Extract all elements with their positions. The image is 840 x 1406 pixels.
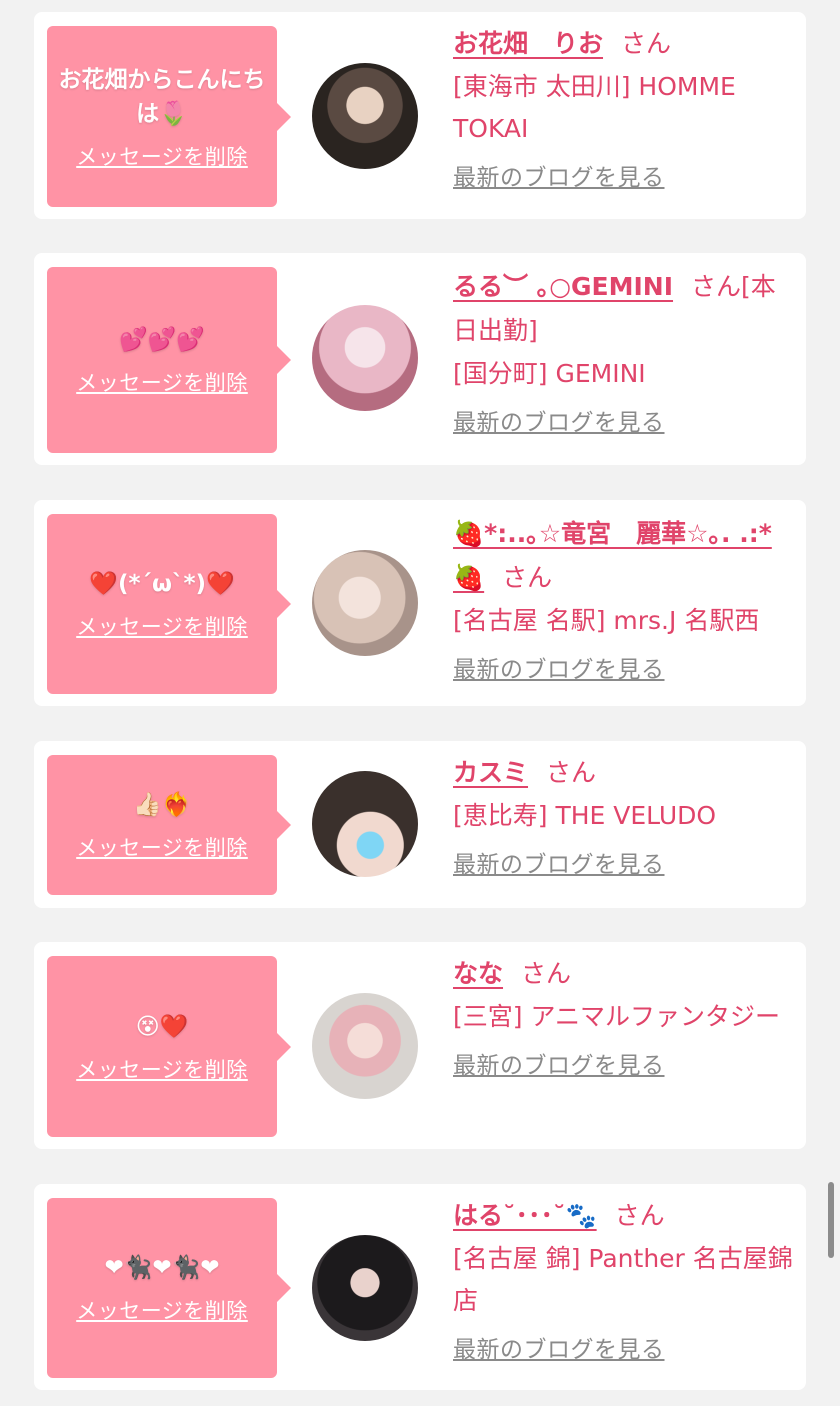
- latest-blog-link[interactable]: 最新のブログを見る: [453, 1330, 665, 1364]
- shop-label: [東海市 太田川] HOMME TOKAI: [453, 72, 736, 143]
- profile-name-link[interactable]: なな: [453, 959, 503, 988]
- avatar[interactable]: [312, 550, 418, 656]
- message-bubble: ❤🐈‍⬛❤🐈‍⬛❤ メッセージを削除: [47, 1198, 291, 1378]
- message-text: ❤️(*´ω`*)❤️: [89, 571, 235, 597]
- latest-blog-link[interactable]: 最新のブログを見る: [453, 158, 665, 192]
- honorific: さん: [502, 563, 553, 592]
- profile-info: お花畑 りお さん [東海市 太田川] HOMME TOKAI 最新のブログを見る: [453, 22, 793, 192]
- profile-info: カスミ さん [恵比寿] THE VELUDO 最新のブログを見る: [453, 751, 793, 879]
- message-text: 👍🏻❤️‍🔥: [133, 792, 191, 818]
- message-bubble: 👍🏻❤️‍🔥 メッセージを削除: [47, 755, 291, 895]
- avatar[interactable]: [312, 305, 418, 411]
- list-item: ❤🐈‍⬛❤🐈‍⬛❤ メッセージを削除 はる˘･･･˘🐾 さん [名古屋 錦] Pa…: [34, 1184, 806, 1390]
- latest-blog-link[interactable]: 最新のブログを見る: [453, 403, 665, 437]
- message-bubble: ❤️(*´ω`*)❤️ メッセージを削除: [47, 514, 291, 694]
- delete-message-link[interactable]: メッセージを削除: [76, 1054, 248, 1084]
- profile-info: 🍓*:..｡☆竜宮 麗華☆｡. .:*🍓 さん [名古屋 名駅] mrs.J 名駅…: [453, 512, 793, 684]
- message-text: お花畑からこんにちは🌷: [58, 66, 266, 127]
- scrollbar[interactable]: [828, 1182, 834, 1258]
- honorific: さん: [614, 1201, 665, 1230]
- profile-name-link[interactable]: カスミ: [453, 758, 528, 787]
- list-item: お花畑からこんにちは🌷 メッセージを削除 お花畑 りお さん [東海市 太田川] …: [34, 12, 806, 219]
- shop-label: [名古屋 名駅] mrs.J 名駅西: [453, 606, 760, 635]
- avatar[interactable]: [312, 63, 418, 169]
- honorific: さん: [546, 758, 597, 787]
- avatar[interactable]: [312, 1235, 418, 1341]
- message-text: 😵❤️: [135, 1013, 189, 1040]
- profile-name-link[interactable]: はる˘･･･˘🐾: [453, 1201, 597, 1230]
- latest-blog-link[interactable]: 最新のブログを見る: [453, 1046, 665, 1080]
- delete-message-link[interactable]: メッセージを削除: [76, 1295, 248, 1325]
- shop-label: [恵比寿] THE VELUDO: [453, 801, 717, 830]
- profile-name-link[interactable]: お花畑 りお: [453, 29, 603, 58]
- list-item: 💕💕💕 メッセージを削除 るる︶ ｡○GEMINI さん[本日出勤] [国分町] …: [34, 253, 806, 465]
- profile-name-link[interactable]: 🍓*:..｡☆竜宮 麗華☆｡. .:*🍓: [453, 519, 772, 592]
- profile-info: はる˘･･･˘🐾 さん [名古屋 錦] Panther 名古屋錦店 最新のブログを…: [453, 1194, 793, 1364]
- list-item: 😵❤️ メッセージを削除 なな さん [三宮] アニマルファンタジー 最新のブログ…: [34, 942, 806, 1149]
- shop-label: [名古屋 錦] Panther 名古屋錦店: [453, 1244, 793, 1315]
- delete-message-link[interactable]: メッセージを削除: [76, 367, 248, 397]
- message-bubble: 😵❤️ メッセージを削除: [47, 956, 291, 1137]
- delete-message-link[interactable]: メッセージを削除: [76, 141, 248, 171]
- delete-message-link[interactable]: メッセージを削除: [76, 611, 248, 641]
- shop-label: [国分町] GEMINI: [453, 359, 646, 388]
- message-bubble: お花畑からこんにちは🌷 メッセージを削除: [47, 26, 291, 207]
- delete-message-link[interactable]: メッセージを削除: [76, 832, 248, 862]
- profile-info: るる︶ ｡○GEMINI さん[本日出勤] [国分町] GEMINI 最新のブログ…: [453, 265, 793, 437]
- list-item: 👍🏻❤️‍🔥 メッセージを削除 カスミ さん [恵比寿] THE VELUDO 最…: [34, 741, 806, 908]
- avatar[interactable]: [312, 771, 418, 877]
- profile-info: なな さん [三宮] アニマルファンタジー 最新のブログを見る: [453, 952, 793, 1080]
- honorific: さん: [621, 29, 672, 58]
- message-text: 💕💕💕: [119, 327, 205, 353]
- honorific: さん: [521, 959, 572, 988]
- latest-blog-link[interactable]: 最新のブログを見る: [453, 650, 665, 684]
- latest-blog-link[interactable]: 最新のブログを見る: [453, 845, 665, 879]
- list-item: ❤️(*´ω`*)❤️ メッセージを削除 🍓*:..｡☆竜宮 麗華☆｡. .:*…: [34, 500, 806, 706]
- avatar[interactable]: [312, 993, 418, 1099]
- message-text: ❤🐈‍⬛❤🐈‍⬛❤: [104, 1255, 220, 1281]
- profile-name-link[interactable]: るる︶ ｡○GEMINI: [453, 272, 673, 301]
- message-bubble: 💕💕💕 メッセージを削除: [47, 267, 291, 453]
- shop-label: [三宮] アニマルファンタジー: [453, 1002, 780, 1031]
